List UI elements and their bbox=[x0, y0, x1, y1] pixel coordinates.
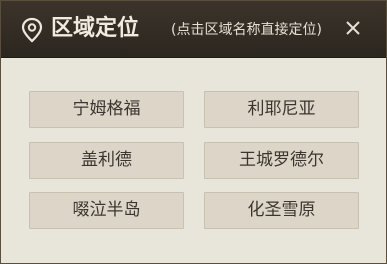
region-button-liurnia[interactable]: 利耶尼亚 bbox=[204, 91, 359, 128]
location-pin-icon bbox=[21, 17, 43, 43]
region-button-leyndell[interactable]: 王城罗德尔 bbox=[204, 142, 359, 179]
close-icon[interactable] bbox=[341, 16, 365, 40]
region-button-grid: 宁姆格福 利耶尼亚 盖利德 王城罗德尔 啜泣半岛 化圣雪原 bbox=[29, 91, 360, 231]
region-button-consecrated-snowfield[interactable]: 化圣雪原 bbox=[204, 192, 359, 229]
dialog-header: 区域定位 (点击区域名称直接定位) bbox=[1, 1, 386, 58]
region-button-limgrave[interactable]: 宁姆格福 bbox=[29, 91, 184, 128]
region-button-weeping-peninsula[interactable]: 啜泣半岛 bbox=[29, 192, 184, 229]
dialog-title: 区域定位 bbox=[51, 16, 140, 41]
dialog-hint: (点击区域名称直接定位) bbox=[171, 22, 322, 38]
region-locate-dialog: 区域定位 (点击区域名称直接定位) 宁姆格福 利耶尼亚 盖利德 王城罗德尔 啜泣… bbox=[0, 0, 387, 264]
region-button-caelid[interactable]: 盖利德 bbox=[29, 142, 184, 179]
